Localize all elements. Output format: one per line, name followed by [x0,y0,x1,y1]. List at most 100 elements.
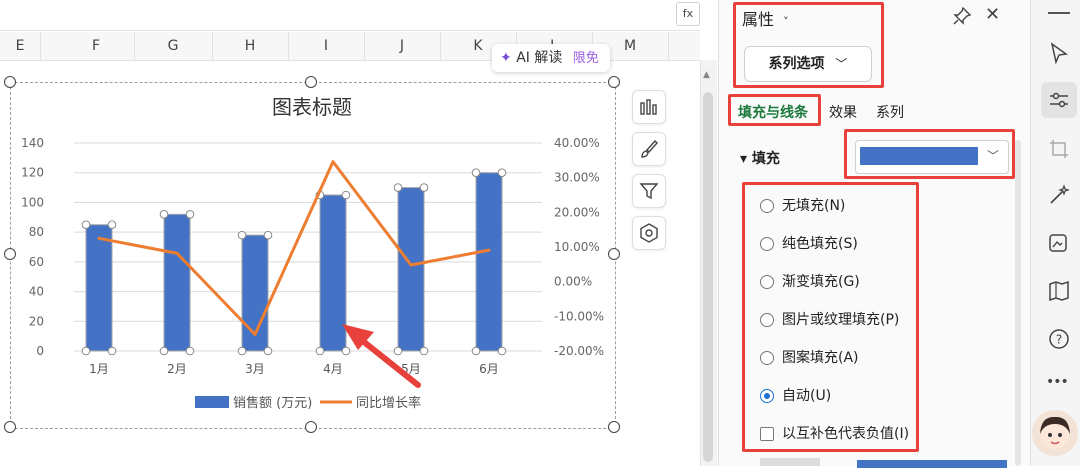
bar-selection-handle[interactable] [159,210,169,219]
book-map-icon[interactable] [1048,280,1070,302]
tab-effects[interactable]: 效果 [829,102,857,122]
bar-selection-handle[interactable] [393,346,403,356]
x-axis-tick-label[interactable]: 1月 [89,362,109,376]
ai-sparkle-icon: ✦ [500,50,512,66]
bar-selection-handle[interactable] [237,346,247,356]
y-axis-tick-label[interactable]: 100 [21,195,44,209]
bar-selection-handle[interactable] [159,346,169,356]
chart-settings-button[interactable] [632,216,666,250]
ai-interpret-button[interactable]: ✦ AI 解读 限免 [492,44,610,72]
bar-sales-2[interactable] [163,213,191,352]
panel-scrollbar[interactable] [1015,140,1021,466]
line-point-growth-4[interactable] [331,160,335,164]
legend-label-sales[interactable]: 销售额 (万元) [233,395,312,411]
bar-selection-handle[interactable] [107,346,117,356]
line-growth-rate[interactable] [98,160,490,336]
chart-plot[interactable]: 图表标题 0 20 40 60 80 100 120 140 -20.00% -10.00% 0.0… [10,82,614,427]
y-axis-tick-label[interactable]: 80 [29,225,44,239]
column-header-i[interactable]: I [288,32,365,60]
line-point-growth-6[interactable] [487,248,491,252]
svg-text:?: ? [1056,333,1062,347]
chart-filter-icon [639,183,659,200]
y2-axis-tick-label[interactable]: 0.00% [554,275,592,289]
bar-selection-handle[interactable] [237,230,247,240]
bar-selection-handle[interactable] [419,183,429,192]
cursor-icon[interactable] [1048,42,1070,64]
bar-selection-handle[interactable] [393,183,403,192]
bar-selection-handle[interactable] [185,210,195,219]
bar-selection-handle[interactable] [263,346,273,356]
tab-series[interactable]: 系列 [876,102,904,122]
bar-selection-handle[interactable] [315,346,325,356]
x-axis-tick-label[interactable]: 2月 [167,362,187,376]
bar-selection-handle[interactable] [81,346,91,356]
scrollbar-thumb[interactable] [703,92,713,462]
line-point-growth-3[interactable] [253,332,257,336]
chart-style-button[interactable] [632,132,666,166]
x-axis-tick-label[interactable]: 6月 [479,362,499,376]
bar-selection-handle[interactable] [185,346,195,356]
help-icon[interactable]: ? [1048,328,1070,350]
column-header-f[interactable]: F [58,32,135,60]
x-axis-tick-label[interactable]: 3月 [245,362,265,376]
image-edit-icon[interactable] [1048,232,1070,254]
y-axis-tick-label[interactable]: 0 [36,344,44,358]
column-header-e[interactable]: E [0,32,41,60]
sliders-icon[interactable] [1048,89,1070,111]
ai-interpret-label: AI 解读 [516,50,563,66]
pin-icon[interactable] [952,6,972,26]
bar-selection-handle[interactable] [471,168,481,178]
crop-icon[interactable] [1048,138,1070,160]
x-axis-tick-label[interactable]: 4月 [323,362,343,376]
bar-selection-handle[interactable] [497,346,507,356]
bar-sales-4[interactable] [319,194,347,352]
fx-button[interactable]: fx [676,2,700,26]
y-axis-tick-label[interactable]: 20 [29,314,44,328]
line-point-growth-5[interactable] [409,263,413,267]
y2-axis-tick-label[interactable]: -10.00% [554,309,604,323]
close-icon[interactable]: ✕ [985,4,1000,25]
y-axis-tick-label[interactable]: 120 [21,166,44,180]
minimize-icon[interactable] [1048,12,1070,14]
chevron-down-icon: ﹀ [835,57,848,71]
y-axis-tick-label[interactable]: 140 [21,136,44,150]
column-header-h[interactable]: H [212,32,289,60]
bar-selection-handle[interactable] [341,190,351,200]
bar-selection-handle[interactable] [341,346,351,356]
formula-bar[interactable] [0,0,700,31]
line-point-growth-1[interactable] [97,236,101,240]
bar-selection-handle[interactable] [471,346,481,356]
column-header-j[interactable]: J [364,32,441,60]
legend-label-growth[interactable]: 同比增长率 [356,395,421,411]
column-header-g[interactable]: G [134,32,213,60]
chart-elements-button[interactable] [632,90,666,124]
scroll-up-icon[interactable]: ▲ [703,70,710,80]
bar-sales-1[interactable] [85,224,113,352]
next-color-swatch[interactable] [857,460,1007,468]
avatar[interactable] [1032,410,1078,456]
line-point-growth-2[interactable] [175,251,179,255]
highlight-box-options [742,182,919,452]
y-axis-tick-label[interactable]: 60 [29,255,44,269]
chart-settings-icon [640,223,658,243]
chart-title[interactable]: 图表标题 [272,95,352,119]
bar-selection-handle[interactable] [81,220,91,230]
y2-axis-tick-label[interactable]: -20.00% [554,344,604,358]
bar-selection-handle[interactable] [497,168,507,178]
bar-sales-5[interactable] [397,187,425,352]
next-section-label [760,458,820,466]
y2-axis-tick-label[interactable]: 20.00% [554,205,600,219]
y2-axis-tick-label[interactable]: 10.00% [554,240,600,254]
more-icon[interactable]: ••• [1046,374,1069,390]
bar-sales-6[interactable] [475,172,503,352]
chart-filter-button[interactable] [632,174,666,208]
magic-wand-icon[interactable] [1048,184,1070,206]
fill-section-header[interactable]: ▾ 填充 [740,148,780,168]
bar-selection-handle[interactable] [419,346,429,356]
series-options-dropdown[interactable]: 系列选项 ﹀ [744,46,872,82]
bar-selection-handle[interactable] [263,230,273,240]
y2-axis-tick-label[interactable]: 40.00% [554,136,600,150]
y-axis-tick-label[interactable]: 40 [29,285,44,299]
y2-axis-tick-label[interactable]: 30.00% [554,171,600,185]
bar-selection-handle[interactable] [107,220,117,230]
